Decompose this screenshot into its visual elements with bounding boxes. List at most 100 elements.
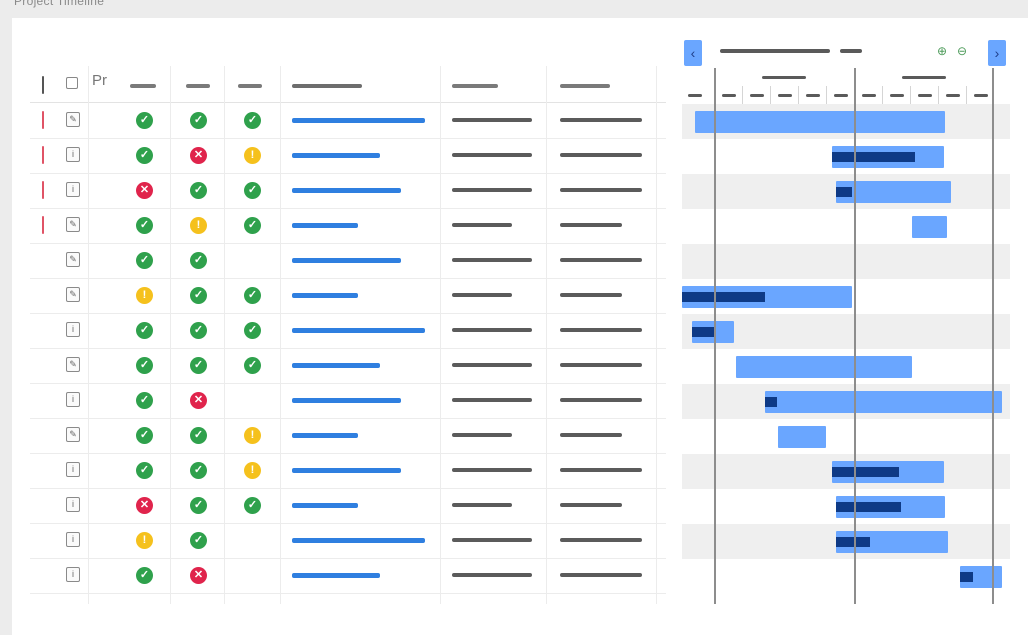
timeline-unit-label — [722, 94, 736, 97]
edit-task-icon[interactable]: ✎ — [66, 357, 80, 372]
gantt-period-line — [992, 68, 994, 604]
progress-bar — [292, 538, 425, 543]
gantt-task-bar[interactable] — [912, 216, 947, 238]
chevron-right-icon[interactable]: › — [988, 40, 1006, 66]
timeline-unit-label — [688, 94, 702, 97]
gantt-task-bar[interactable] — [832, 461, 944, 483]
start-date-cell — [452, 398, 532, 402]
gantt-task-bar[interactable] — [778, 426, 826, 448]
gantt-row — [682, 209, 1010, 244]
status-ok-icon: ✓ — [136, 322, 153, 339]
status-ok-icon: ✓ — [190, 427, 207, 444]
status-column-header-2[interactable] — [186, 84, 210, 88]
timeline-subdivider — [742, 86, 743, 104]
priority-column-label[interactable]: Pr — [92, 72, 107, 89]
table-row[interactable]: i ✓ ✓! — [30, 453, 666, 489]
start-date-cell — [452, 118, 532, 122]
zoom-out-icon[interactable]: ⊖ — [956, 44, 968, 58]
info-task-icon[interactable]: i — [66, 392, 80, 407]
start-date-cell — [452, 328, 532, 332]
row-marker — [42, 111, 44, 129]
status-column-header-3[interactable] — [238, 84, 262, 88]
gantt-row — [682, 559, 1010, 594]
zoom-in-icon[interactable]: ⊕ — [936, 44, 948, 58]
info-task-icon[interactable]: i — [66, 147, 80, 162]
status-err-icon: ✕ — [190, 567, 207, 584]
edit-task-icon[interactable]: ✎ — [66, 252, 80, 267]
start-date-cell — [452, 153, 532, 157]
select-all-checkbox[interactable] — [66, 77, 78, 89]
table-row[interactable]: i ✕ ✓ ✓ — [30, 173, 666, 209]
status-ok-icon: ✓ — [244, 182, 261, 199]
info-task-icon[interactable]: i — [66, 182, 80, 197]
gantt-task-bar[interactable] — [765, 391, 1002, 413]
table-row[interactable]: i ✓ ✕ — [30, 383, 666, 419]
progress-bar — [292, 433, 358, 438]
end-column-header[interactable] — [560, 84, 610, 88]
status-err-icon: ✕ — [136, 182, 153, 199]
status-ok-icon: ✓ — [136, 217, 153, 234]
progress-column-header[interactable] — [292, 84, 362, 88]
gantt-task-progress — [960, 572, 973, 582]
gantt-task-bar[interactable] — [692, 321, 734, 343]
timeline-header — [682, 68, 1010, 105]
gantt-row — [682, 489, 1010, 524]
gantt-task-bar[interactable] — [682, 286, 852, 308]
gantt-task-bar[interactable] — [960, 566, 1002, 588]
row-marker — [42, 146, 44, 164]
status-column-header-1[interactable] — [130, 84, 156, 88]
table-row[interactable]: i ✕ ✓ ✓ — [30, 488, 666, 524]
timeline-subdivider — [938, 86, 939, 104]
edit-task-icon[interactable]: ✎ — [66, 112, 80, 127]
timeline-unit-label — [778, 94, 792, 97]
header-marker — [42, 76, 44, 94]
table-row[interactable]: ✎ ✓ ✓ ✓ — [30, 103, 666, 139]
table-row[interactable]: i! ✓ — [30, 523, 666, 559]
progress-bar — [292, 293, 358, 298]
info-task-icon[interactable]: i — [66, 322, 80, 337]
gantt-task-bar[interactable] — [695, 111, 945, 133]
timeline-subdivider — [770, 86, 771, 104]
info-task-icon[interactable]: i — [66, 462, 80, 477]
table-row[interactable]: ✎ ✓ ✓ — [30, 243, 666, 279]
status-ok-icon: ✓ — [136, 392, 153, 409]
status-ok-icon: ✓ — [190, 322, 207, 339]
table-row[interactable]: i ✓ ✓ ✓ — [30, 313, 666, 349]
table-row[interactable]: ✎ ✓ ✓! — [30, 418, 666, 454]
timeline-period-label — [902, 76, 946, 79]
gantt-task-progress — [832, 152, 915, 162]
grid-divider — [546, 66, 547, 604]
gantt-task-progress — [692, 327, 716, 337]
grid-divider — [440, 66, 441, 604]
info-task-icon[interactable]: i — [66, 567, 80, 582]
timeline-range-label — [720, 49, 830, 53]
start-date-cell — [452, 538, 532, 542]
edit-task-icon[interactable]: ✎ — [66, 217, 80, 232]
status-ok-icon: ✓ — [244, 357, 261, 374]
table-row[interactable]: i ✓ ✕! — [30, 138, 666, 174]
progress-bar — [292, 118, 425, 123]
start-column-header[interactable] — [452, 84, 498, 88]
gantt-task-bar[interactable] — [836, 496, 945, 518]
timeline-unit-label — [974, 94, 988, 97]
gantt-task-bar[interactable] — [832, 146, 944, 168]
table-row[interactable]: ✎ ✓! ✓ — [30, 208, 666, 244]
edit-task-icon[interactable]: ✎ — [66, 287, 80, 302]
status-ok-icon: ✓ — [136, 427, 153, 444]
table-row[interactable]: ✎! ✓ ✓ — [30, 278, 666, 314]
timeline-range-suffix — [840, 49, 862, 53]
gantt-task-bar[interactable] — [736, 356, 912, 378]
info-task-icon[interactable]: i — [66, 497, 80, 512]
gantt-task-bar[interactable] — [836, 531, 948, 553]
edit-task-icon[interactable]: ✎ — [66, 427, 80, 442]
table-row[interactable]: ✎ ✓ ✓ ✓ — [30, 348, 666, 384]
info-task-icon[interactable]: i — [66, 532, 80, 547]
gantt-task-progress — [836, 187, 853, 197]
row-marker — [42, 181, 44, 199]
status-ok-icon: ✓ — [136, 112, 153, 129]
table-row[interactable]: i ✓ ✕ — [30, 558, 666, 594]
timeline-unit-label — [862, 94, 876, 97]
chevron-left-icon[interactable]: ‹ — [684, 40, 702, 66]
start-date-cell — [452, 188, 532, 192]
progress-bar — [292, 258, 401, 263]
